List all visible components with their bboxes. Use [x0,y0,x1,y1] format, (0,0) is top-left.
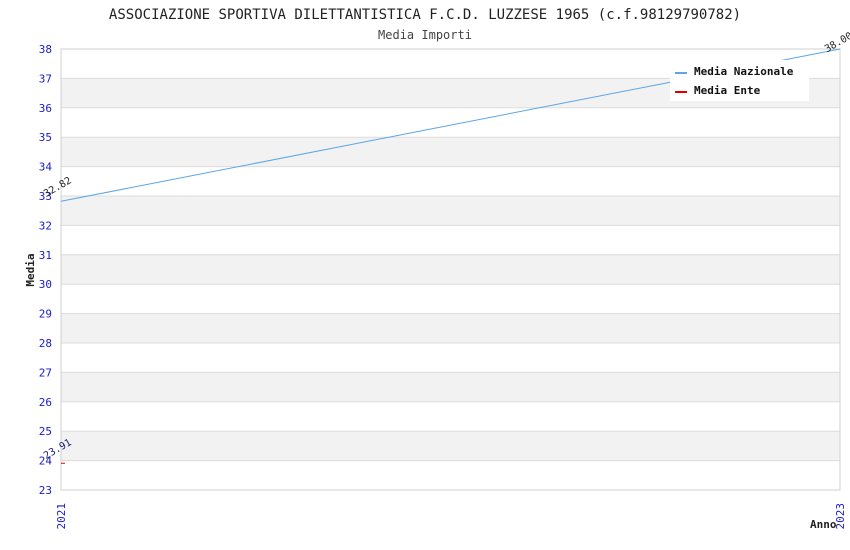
grid-band [61,225,840,255]
legend-label-media-ente: Media Ente [694,84,761,97]
y-tick-label: 32 [39,219,52,232]
y-tick-label: 23 [39,484,52,497]
grid-band [61,460,840,490]
y-tick-label: 31 [39,249,52,262]
y-tick-label: 25 [39,425,52,438]
y-tick-label: 38 [39,43,52,56]
grid-band [61,431,840,461]
grid-band [61,107,840,138]
x-axis-title: Anno [810,518,837,531]
y-axis-title: Media [24,253,37,286]
y-tick-label: 29 [39,308,52,321]
y-tick-label: 35 [39,131,52,144]
grid-band [61,313,840,343]
legend-label-media-nazionale: Media Nazionale [694,65,794,78]
x-tick-labels: 2021 2023 [55,503,847,530]
grid-band [61,372,840,402]
grid-band [61,137,840,167]
grid-bands [61,49,840,490]
line-chart: ASSOCIAZIONE SPORTIVA DILETTANTISTICA F.… [24,7,850,531]
grid-band [61,401,840,432]
y-tick-label: 37 [39,72,52,85]
grid-band [61,196,840,226]
y-tick-labels: 23242526272829303132333435363738 [39,43,53,497]
y-tick-label: 36 [39,102,52,115]
y-tick-label: 27 [39,366,52,379]
chart-subtitle: Media Importi [378,28,472,42]
y-tick-label: 28 [39,337,52,350]
y-tick-label: 34 [39,161,53,174]
grid-band [61,284,840,314]
x-tick-label: 2021 [55,503,68,530]
grid-band [61,166,840,196]
y-tick-label: 30 [39,278,52,291]
chart-title: ASSOCIAZIONE SPORTIVA DILETTANTISTICA F.… [109,7,741,23]
y-tick-label: 26 [39,396,52,409]
grid-band [61,254,840,285]
legend: Media Nazionale Media Ente [670,60,809,101]
grid-band [61,343,840,373]
